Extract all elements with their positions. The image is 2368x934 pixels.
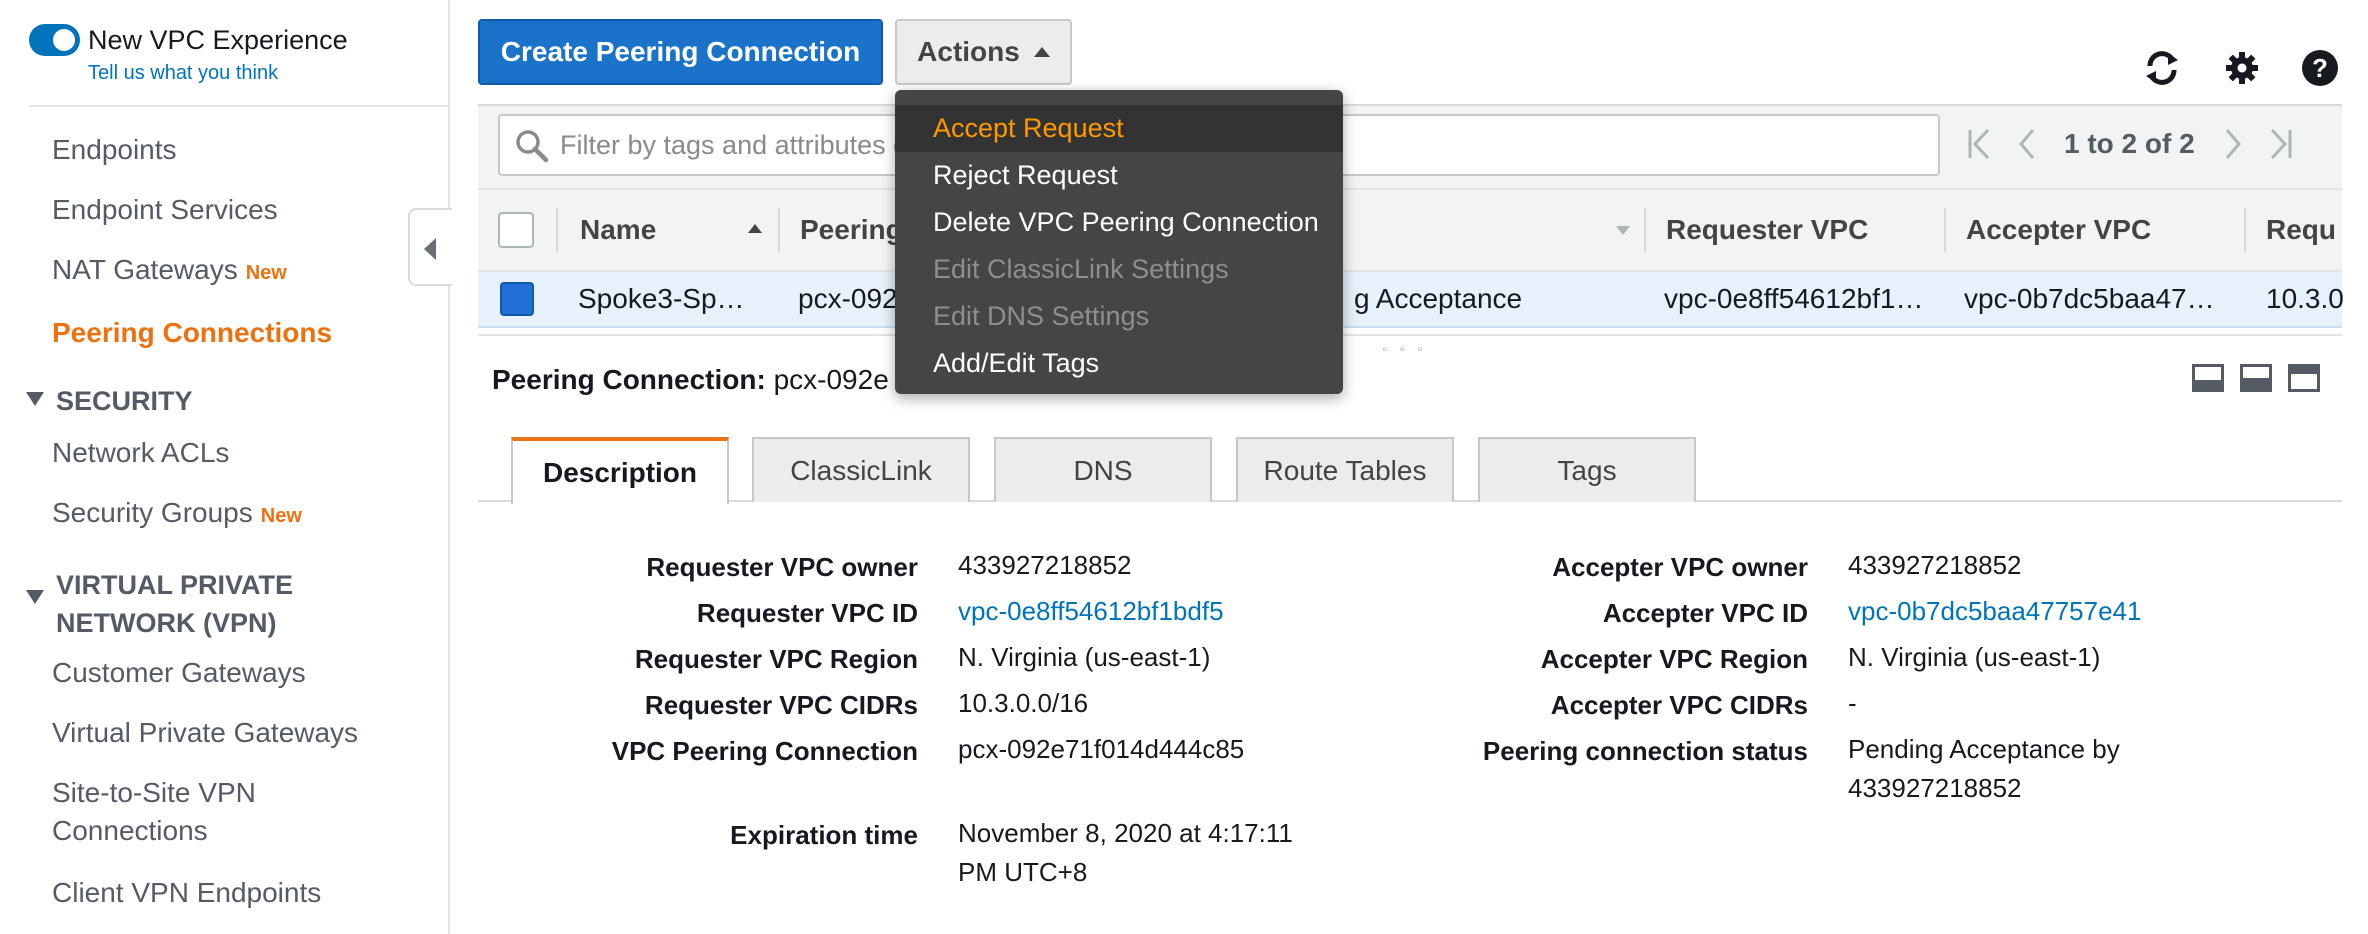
sort-asc-icon[interactable]	[748, 224, 762, 233]
tab-tags[interactable]: Tags	[1478, 437, 1696, 502]
sidebar-item-customer-gateways[interactable]: Customer Gateways	[52, 654, 306, 692]
column-divider	[556, 208, 558, 252]
dropdown-caret-icon[interactable]	[1616, 226, 1630, 235]
label-requester-vpc-region: Requester VPC Region	[634, 644, 918, 674]
details-header: Peering Connection: pcx-092e	[492, 364, 889, 395]
prev-page-icon[interactable]	[2018, 124, 2036, 164]
column-header-requester-cidr[interactable]: Requ	[2266, 214, 2336, 246]
column-header-name[interactable]: Name	[580, 214, 656, 246]
label-vpc-peering-connection: VPC Peering Connection	[611, 736, 918, 766]
actions-menu: Accept Request Reject Request Delete VPC…	[895, 90, 1343, 394]
pagination-text: 1 to 2 of 2	[2064, 128, 2195, 159]
menu-item-reject-request[interactable]: Reject Request	[895, 152, 1343, 199]
tab-dns[interactable]: DNS	[994, 437, 1212, 502]
layout-bottom-icon[interactable]	[2192, 364, 2224, 392]
expand-triangle-icon	[26, 590, 44, 604]
label-peering-connection-status: Peering connection status	[1482, 736, 1808, 766]
last-page-icon[interactable]	[2268, 124, 2294, 164]
new-experience-title: New VPC Experience	[88, 25, 348, 55]
svg-text:?: ?	[2312, 53, 2328, 83]
menu-item-accept-request[interactable]: Accept Request	[895, 105, 1343, 152]
label-accepter-vpc-region: Accepter VPC Region	[1540, 644, 1808, 674]
next-page-icon[interactable]	[2224, 124, 2242, 164]
tab-classiclink[interactable]: ClassicLink	[752, 437, 970, 502]
value-accepter-vpc-cidrs: -	[1848, 688, 1857, 718]
cell-requester-vpc: vpc-0e8ff54612bf1…	[1664, 283, 1924, 314]
label-accepter-vpc-owner: Accepter VPC owner	[1552, 552, 1808, 582]
new-badge: New	[260, 505, 302, 527]
collapse-arrow-icon	[424, 238, 436, 260]
sidebar: New VPC Experience Tell us what you thin…	[0, 0, 450, 934]
column-divider	[778, 208, 780, 252]
value-accepter-vpc-region: N. Virginia (us-east-1)	[1848, 642, 2101, 672]
tab-description[interactable]: Description	[511, 437, 729, 504]
toggle-icon[interactable]	[29, 24, 80, 56]
link-requester-vpc-id[interactable]: vpc-0e8ff54612bf1bdf5	[958, 592, 1224, 631]
label-expiration-time: Expiration time	[730, 820, 918, 850]
create-peering-connection-button[interactable]: Create Peering Connection	[478, 19, 883, 85]
help-icon[interactable]: ?	[2300, 48, 2340, 88]
row-checkbox[interactable]	[500, 282, 534, 316]
cell-accepter-vpc: vpc-0b7dc5baa47…	[1964, 283, 2215, 314]
sidebar-item-client-vpn-endpoints[interactable]: Client VPN Endpoints	[52, 874, 321, 912]
value-vpc-peering-connection: pcx-092e71f014d444c85	[958, 734, 1245, 764]
cell-name: Spoke3-Sp…	[578, 283, 745, 314]
value-peering-connection-status: Pending Acceptance by 433927218852	[1848, 734, 2120, 803]
new-badge: New	[245, 262, 287, 284]
label-accepter-vpc-cidrs: Accepter VPC CIDRs	[1550, 690, 1808, 720]
column-header-requester-vpc[interactable]: Requester VPC	[1666, 214, 1868, 246]
refresh-icon[interactable]	[2142, 48, 2182, 88]
cell-peering-id: pcx-092	[798, 283, 898, 314]
value-requester-vpc-region: N. Virginia (us-east-1)	[958, 642, 1211, 672]
column-divider	[1644, 208, 1646, 252]
link-accepter-vpc-id[interactable]: vpc-0b7dc5baa47757e41	[1848, 592, 2141, 631]
column-divider	[2244, 208, 2246, 252]
pane-divider	[478, 334, 2342, 336]
sidebar-item-nat-gateways[interactable]: NAT Gateways New	[52, 251, 287, 292]
search-placeholder: Filter by tags and attributes o	[560, 130, 909, 160]
sidebar-item-site-to-site-vpn[interactable]: Site-to-Site VPN Connections	[52, 774, 256, 850]
caret-up-icon	[1033, 47, 1050, 57]
label-requester-vpc-cidrs: Requester VPC CIDRs	[644, 690, 918, 720]
sidebar-item-endpoints[interactable]: Endpoints	[52, 131, 177, 169]
sidebar-item-endpoint-services[interactable]: Endpoint Services	[52, 191, 278, 229]
sidebar-item-security-groups[interactable]: Security Groups New	[52, 494, 302, 535]
collapse-sidebar-button[interactable]	[408, 208, 452, 286]
value-accepter-vpc-owner: 433927218852	[1848, 550, 2022, 580]
cell-requester-cidr: 10.3.0	[2266, 283, 2344, 314]
label-requester-vpc-id: Requester VPC ID	[696, 598, 918, 628]
layout-top-icon[interactable]	[2288, 364, 2320, 392]
select-all-checkbox[interactable]	[498, 212, 534, 248]
label-requester-vpc-owner: Requester VPC owner	[646, 552, 918, 582]
sidebar-item-peering-connections[interactable]: Peering Connections	[52, 314, 332, 352]
resize-handle-icon[interactable]: ° ° °	[1382, 344, 1427, 360]
sidebar-item-virtual-private-gateways[interactable]: Virtual Private Gateways	[52, 714, 358, 752]
section-security[interactable]: SECURITY	[26, 382, 193, 420]
value-requester-vpc-cidrs: 10.3.0.0/16	[958, 688, 1089, 718]
column-header-peering[interactable]: Peering	[800, 214, 903, 246]
column-header-accepter-vpc[interactable]: Accepter VPC	[1966, 214, 2151, 246]
sidebar-item-network-acls[interactable]: Network ACLs	[52, 434, 229, 472]
actions-button[interactable]: Actions	[895, 19, 1072, 85]
tab-route-tables[interactable]: Route Tables	[1236, 437, 1454, 502]
cell-status: g Acceptance	[1354, 283, 1523, 314]
feedback-link[interactable]: Tell us what you think	[88, 62, 278, 85]
menu-item-delete-peering[interactable]: Delete VPC Peering Connection	[895, 199, 1343, 246]
gear-icon[interactable]	[2222, 48, 2262, 88]
value-requester-vpc-owner: 433927218852	[958, 550, 1132, 580]
sidebar-divider	[29, 105, 450, 107]
label-accepter-vpc-id: Accepter VPC ID	[1602, 598, 1808, 628]
menu-item-edit-classiclink: Edit ClassicLink Settings	[933, 254, 1229, 284]
menu-item-edit-dns: Edit DNS Settings	[933, 301, 1150, 331]
first-page-icon[interactable]	[1966, 124, 1992, 164]
column-divider	[1944, 208, 1946, 252]
search-icon	[514, 128, 550, 169]
menu-item-add-edit-tags[interactable]: Add/Edit Tags	[895, 340, 1343, 387]
layout-split-icon[interactable]	[2240, 364, 2272, 392]
value-expiration-time: November 8, 2020 at 4:17:11 PM UTC+8	[958, 818, 1293, 887]
section-vpn[interactable]: VIRTUAL PRIVATE NETWORK (VPN)	[26, 566, 293, 642]
expand-triangle-icon	[26, 392, 44, 406]
